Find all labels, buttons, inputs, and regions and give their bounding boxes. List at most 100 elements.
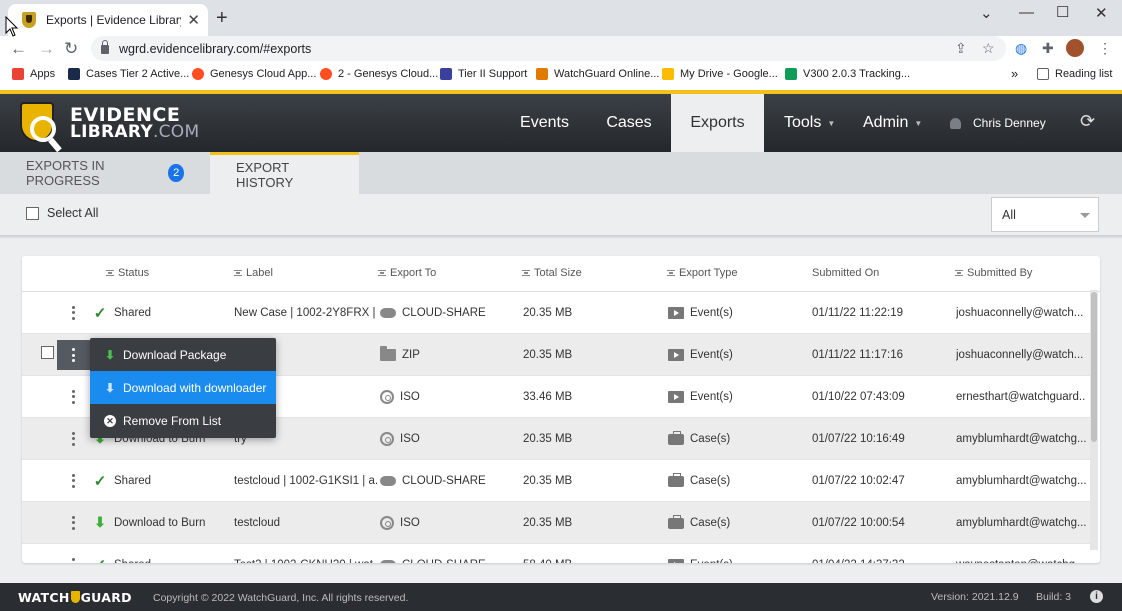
cell-total-size: 20.35 MB [523,474,573,487]
video-icon [668,348,684,361]
col-export-type[interactable]: Export Type [667,267,738,279]
bookmark-genesys-app[interactable]: Genesys Cloud App... [192,68,316,80]
more-bookmarks-icon[interactable]: » [1011,66,1018,81]
bookmark-star-icon[interactable]: ☆ [982,40,995,57]
col-label[interactable]: Label [234,267,273,279]
tab-exports-in-progress[interactable]: EXPORTS IN PROGRESS 2 [0,152,210,194]
dropdown-arrow-icon [1080,213,1090,218]
bookmarks-bar: Apps Cases Tier 2 Active... Genesys Clou… [0,62,1122,90]
bookmark-watchguard-online[interactable]: WatchGuard Online... [536,68,659,80]
cell-total-size: 33.46 MB [523,390,573,403]
nav-exports[interactable]: Exports [671,94,764,152]
cell-submitted-by: amyblumhardt@watchg... [956,474,1086,487]
remove-x-icon: ✕ [104,414,116,427]
maximize-icon[interactable]: ☐ [1056,3,1069,21]
tab-export-history[interactable]: EXPORT HISTORY [210,152,359,194]
close-window-icon[interactable]: ✕ [1095,4,1108,22]
col-submitted-on[interactable]: Submitted On [812,267,879,279]
reading-list[interactable]: Reading list [1037,68,1112,80]
build-text: Build: 3 [1036,591,1072,603]
table-row[interactable]: ✓ Shared New Case | 1002-2Y8FRX | ... CLOUD… [22,292,1092,334]
logout-icon[interactable]: ⟳ [1080,111,1095,132]
col-export-to[interactable]: Export To [378,267,436,279]
version-text: Version: 2021.12.9 [931,591,1019,603]
address-bar[interactable]: wgrd.evidencelibrary.com/#exports [91,36,1006,61]
cell-submitted-on: 01/11/22 11:22:19 [812,306,904,319]
row-menu-icon[interactable] [69,460,77,501]
row-menu-icon[interactable] [69,544,77,563]
extensions-puzzle-icon[interactable]: ✚ [1042,40,1054,57]
table-row[interactable]: ✓ Shared testcloud | 1002-G1KSI1 | a... CLO… [22,460,1092,502]
nav-admin[interactable]: Admin ▼ [863,94,922,152]
nav-events[interactable]: Events [506,94,583,152]
row-menu-icon[interactable] [69,502,77,543]
evidence-library-logo[interactable]: EVIDENCE LIBRARY.COM [18,98,218,153]
evidence-library-favicon-icon [22,12,36,28]
briefcase-icon [668,515,684,529]
cell-total-size: 58.40 MB [523,544,572,564]
scrollbar-thumb[interactable] [1091,292,1097,442]
extension-globe-icon[interactable]: ◍ [1015,40,1027,57]
select-all[interactable]: Select All [26,206,98,220]
video-icon [668,558,684,563]
table-row[interactable]: ✓Shared Test2 | 1002-CKNU20 | wat...CLOUD… [22,544,1092,563]
user-menu[interactable]: Chris Denney [950,94,1046,152]
forward-icon[interactable]: → [38,39,55,59]
cell-status: ✓Shared [93,472,152,490]
back-icon[interactable]: ← [10,39,27,59]
cell-export-type: Event(s) [668,334,733,375]
row-menu-button-active[interactable] [57,340,90,370]
status-filter-select[interactable]: All [991,197,1099,232]
bookmark-cases-tier2[interactable]: Cases Tier 2 Active... [68,68,189,80]
caret-down-icon: ▼ [827,118,836,128]
minimize-icon[interactable]: — [1019,4,1034,21]
table-header: Status Label Export To Total Size Export… [22,256,1100,292]
cell-total-size: 20.35 MB [523,306,573,319]
cell-submitted-by: amyblumhardt@watchg... [956,432,1086,445]
reload-icon[interactable]: ↻ [64,39,78,59]
row-menu-icon[interactable] [69,418,77,459]
col-submitted-by[interactable]: Submitted By [955,267,1032,279]
menu-remove-from-list[interactable]: ✕ Remove From List [90,404,276,437]
briefcase-icon [668,431,684,445]
row-checkbox[interactable] [41,346,54,359]
menu-download-package[interactable]: ⬇ Download Package [90,338,276,371]
col-status[interactable]: Status [106,267,149,279]
export-tabs: EXPORTS IN PROGRESS 2 EXPORT HISTORY [0,152,1122,194]
bookmark-v300-tracking[interactable]: V300 2.0.3 Tracking... [785,68,910,80]
menu-download-with-downloader[interactable]: ⬇ Download with downloader [90,371,276,404]
cell-submitted-on: 01/07/22 10:02:47 [812,474,905,487]
new-tab-button[interactable]: + [216,7,228,30]
cell-status: ✓Shared [93,304,152,322]
info-icon[interactable]: i [1090,590,1103,603]
browser-tab[interactable]: Exports | Evidence Library Web ✕ [8,4,208,36]
filter-bar: Select All All [0,194,1122,238]
download-icon: ⬇ [94,514,106,530]
profile-avatar[interactable] [1066,39,1084,57]
filter-icon [522,270,530,276]
browser-tab-title: Exports | Evidence Library Web [46,13,181,27]
select-all-checkbox[interactable] [26,206,39,220]
col-total-size[interactable]: Total Size [522,267,582,279]
download-icon: ⬇ [104,380,116,395]
share-icon[interactable]: ⇪ [955,40,967,57]
bookmark-genesys-2[interactable]: 2 - Genesys Cloud... [320,68,438,80]
tab-search-icon[interactable]: ⌄ [980,4,993,22]
bookmark-favicon-icon [68,68,80,80]
cell-label: testcloud | 1002-G1KSI1 | a... [234,474,379,487]
caret-down-icon: ▼ [914,118,923,128]
nav-cases[interactable]: Cases [590,94,668,152]
sheets-icon [785,68,797,80]
table-row[interactable]: ⬇ Download to Burn testcloud ISO 20.35 MB Cas… [22,502,1092,544]
nav-tools[interactable]: Tools ▼ [784,94,835,152]
row-menu-icon[interactable] [69,292,77,333]
cell-label: Test2 | 1002-CKNU20 | wat... [234,544,379,564]
bookmark-my-drive[interactable]: My Drive - Google... [662,68,778,80]
cloud-icon [380,559,396,563]
bookmark-tier2-support[interactable]: Tier II Support [440,68,527,80]
row-menu-icon[interactable] [69,376,77,417]
cell-submitted-on: 01/04/22 14:37:32 [812,544,905,564]
bookmark-apps[interactable]: Apps [12,68,55,80]
browser-menu-icon[interactable]: ⋮ [1098,40,1112,57]
close-tab-icon[interactable]: ✕ [187,11,200,29]
